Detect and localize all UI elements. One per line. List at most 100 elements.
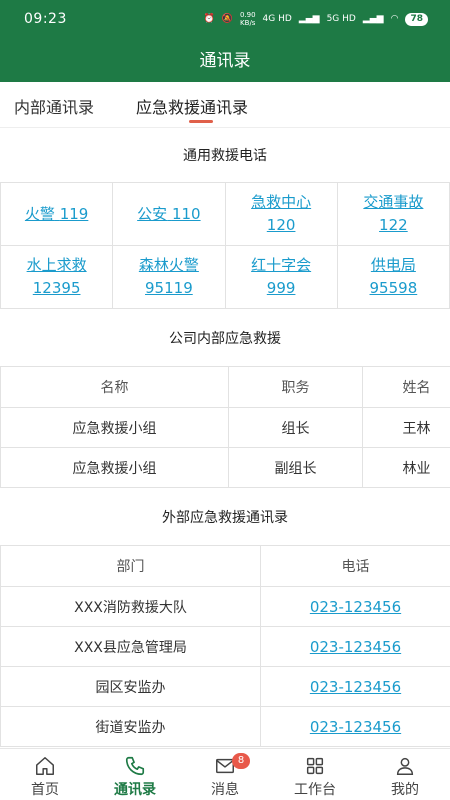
person-icon	[396, 757, 414, 775]
rescue-number: 999	[266, 279, 296, 297]
rescue-cell: 森林火警 95119	[112, 245, 226, 309]
unread-badge: 8	[232, 753, 250, 769]
rescue-number: 110	[171, 204, 201, 223]
table-cell: 应急救援小组	[0, 407, 229, 448]
external-rescue-table: 部门 电话 XXX消防救援大队 023-123456 XXX县应急管理局 023…	[0, 545, 450, 747]
general-rescue-table: 火警 119 公安 110 急救中心 120 交通事故 122 水上求救 12395 …	[0, 182, 450, 309]
rescue-name: 水上求救	[26, 256, 87, 274]
column-header: 部门	[0, 545, 261, 587]
table-header-row: 部门 电话	[0, 545, 450, 587]
internal-table-scroll[interactable]: 名称 职务 姓名 应急救援小组 组长 王林 应急救援小组 副组长 林业	[0, 366, 450, 488]
rescue-name: 火警	[24, 204, 55, 223]
column-header: 名称	[0, 366, 229, 408]
active-tab-indicator	[189, 120, 213, 123]
net-speed: 0.90 KB/s	[240, 11, 256, 27]
net-speed-value: 0.90	[239, 11, 256, 19]
table-cell: 组长	[228, 407, 363, 448]
rescue-name: 交通事故	[363, 193, 424, 211]
phone-link[interactable]: 023-123456	[310, 718, 401, 736]
rescue-name: 急救中心	[251, 193, 312, 211]
signal-1-label: 4G HD	[262, 14, 292, 24]
rescue-link-forest-fire[interactable]: 森林火警 95119	[139, 256, 199, 297]
rescue-name: 供电局	[370, 256, 416, 274]
rescue-link-fire[interactable]: 火警 119	[25, 205, 88, 223]
rescue-link-power[interactable]: 供电局 95598	[370, 256, 418, 297]
tab-emergency-contacts[interactable]: 应急救援通讯录	[136, 94, 248, 118]
column-header: 电话	[260, 545, 450, 587]
rescue-number: 12395	[32, 279, 81, 297]
nav-profile[interactable]: 我的	[360, 749, 450, 800]
bottom-nav: 首页 通讯录 8 消息 工作台 我的	[0, 748, 450, 800]
status-time: 09:23	[24, 11, 67, 27]
signal-icon: ▂▄▆	[298, 14, 320, 24]
table-cell: 林业	[362, 447, 450, 488]
net-speed-unit: KB/s	[240, 19, 256, 27]
general-section-title: 通用救援电话	[183, 148, 267, 164]
table-row: 街道安监办 023-123456	[0, 706, 450, 747]
internal-rescue-table: 名称 职务 姓名 应急救援小组 组长 王林 应急救援小组 副组长 林业	[0, 366, 450, 488]
rescue-number: 120	[266, 216, 296, 234]
rescue-cell: 红十字会 999	[224, 245, 338, 309]
rescue-name: 公安	[137, 204, 168, 223]
rescue-link-traffic[interactable]: 交通事故 122	[363, 193, 423, 234]
rescue-cell: 交通事故 122	[336, 182, 450, 246]
rescue-name: 红十字会	[251, 256, 312, 274]
external-section-title: 外部应急救援通讯录	[162, 510, 288, 526]
nav-label: 消息	[211, 782, 239, 798]
rescue-link-ambulance[interactable]: 急救中心 120	[251, 193, 311, 234]
table-row: XXX消防救援大队 023-123456	[0, 586, 450, 627]
table-cell: 应急救援小组	[0, 447, 229, 488]
rescue-cell: 水上求救 12395	[0, 245, 114, 309]
signal-icon: ▂▄▆	[362, 14, 384, 24]
tab-bar: 内部通讯录 应急救援通讯录	[0, 82, 450, 128]
table-cell: XXX县应急管理局	[0, 626, 261, 667]
table-cell: 023-123456	[260, 586, 450, 627]
table-cell: 副组长	[228, 447, 363, 488]
signal-2-label: 5G HD	[326, 14, 356, 24]
home-icon	[36, 757, 54, 775]
rescue-cell: 供电局 95598	[336, 245, 450, 309]
rescue-link-police[interactable]: 公安 110	[137, 205, 200, 223]
app-header: 09:23 ⏰ 🔕 0.90 KB/s 4G HD ▂▄▆ 5G HD ▂▄▆ …	[0, 0, 450, 82]
column-header: 姓名	[362, 366, 450, 408]
phone-link[interactable]: 023-123456	[310, 638, 401, 656]
rescue-number: 95598	[369, 279, 418, 297]
nav-contacts[interactable]: 通讯录	[90, 749, 180, 800]
table-row: XXX县应急管理局 023-123456	[0, 626, 450, 667]
table-header-row: 名称 职务 姓名	[0, 366, 450, 408]
table-row: 水上求救 12395 森林火警 95119 红十字会 999 供电局 95598	[0, 245, 450, 309]
table-cell: 023-123456	[260, 626, 450, 667]
battery-indicator: 78	[405, 12, 428, 26]
status-bar: 09:23 ⏰ 🔕 0.90 KB/s 4G HD ▂▄▆ 5G HD ▂▄▆ …	[0, 0, 450, 38]
column-header: 职务	[228, 366, 363, 408]
rescue-link-water[interactable]: 水上求救 12395	[27, 256, 87, 297]
page-title: 通讯录	[199, 51, 251, 71]
phone-link[interactable]: 023-123456	[310, 598, 401, 616]
grid-icon	[306, 757, 324, 775]
nav-home[interactable]: 首页	[0, 749, 90, 800]
table-cell: 王林	[362, 407, 450, 448]
nav-workbench[interactable]: 工作台	[270, 749, 360, 800]
mute-icon: 🔕	[221, 14, 233, 24]
table-row: 园区安监办 023-123456	[0, 666, 450, 707]
tab-internal-contacts[interactable]: 内部通讯录	[14, 94, 94, 118]
alarm-icon: ⏰	[203, 14, 215, 24]
table-cell: 023-123456	[260, 706, 450, 747]
rescue-number: 122	[379, 216, 408, 234]
internal-section-title: 公司内部应急救援	[169, 331, 281, 347]
rescue-number: 119	[59, 204, 89, 223]
table-cell: 023-123456	[260, 666, 450, 707]
table-row: 火警 119 公安 110 急救中心 120 交通事故 122	[0, 182, 450, 246]
rescue-link-red-cross[interactable]: 红十字会 999	[251, 256, 311, 297]
table-row: 应急救援小组 组长 王林	[0, 407, 450, 448]
wifi-icon: ◠	[390, 14, 399, 24]
nav-label: 我的	[391, 782, 419, 798]
phone-icon	[125, 756, 145, 776]
rescue-cell: 急救中心 120	[224, 182, 338, 246]
phone-link[interactable]: 023-123456	[310, 678, 401, 696]
table-cell: 园区安监办	[0, 666, 261, 707]
table-cell: 街道安监办	[0, 706, 261, 747]
nav-messages[interactable]: 8 消息	[180, 749, 270, 800]
table-cell: XXX消防救援大队	[0, 586, 261, 627]
rescue-number: 95119	[145, 279, 193, 297]
